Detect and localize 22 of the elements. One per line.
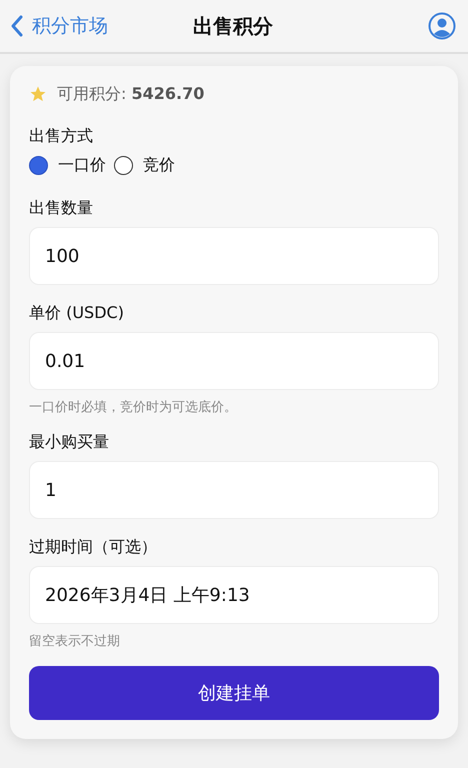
hint-text: 一口价时必填，竞价时为可选底价。 (29, 399, 238, 416)
back-button[interactable]: 积分市场 (10, 13, 108, 39)
field-label: 最小购买量 (29, 432, 110, 453)
field-label: 出售数量 (29, 198, 94, 219)
submit-button[interactable]: 创建挂单 (29, 666, 439, 720)
radio-option[interactable]: 一口价 (29, 155, 106, 176)
radio-option[interactable]: 竞价 (114, 155, 175, 176)
account-icon[interactable] (428, 12, 456, 40)
input-field[interactable]: 0.01 (29, 332, 439, 390)
back-icon (10, 14, 24, 38)
input-field[interactable]: 1 (29, 461, 439, 519)
field-label: 出售方式 (29, 126, 94, 147)
input-field[interactable]: 2026年3月4日 上午9:13 (29, 566, 439, 624)
page-title: 出售积分 (193, 12, 273, 40)
field-label: 过期时间（可选） (29, 537, 158, 558)
input-field[interactable]: 100 (29, 227, 439, 285)
hint-text: 留空表示不过期 (29, 633, 121, 650)
balance-text: 可用积分: 5426.70 (57, 84, 204, 104)
radio-button[interactable] (29, 156, 48, 175)
field-label: 单价 (USDC) (29, 303, 125, 324)
radio-button[interactable] (114, 156, 133, 175)
star-icon (29, 85, 47, 103)
